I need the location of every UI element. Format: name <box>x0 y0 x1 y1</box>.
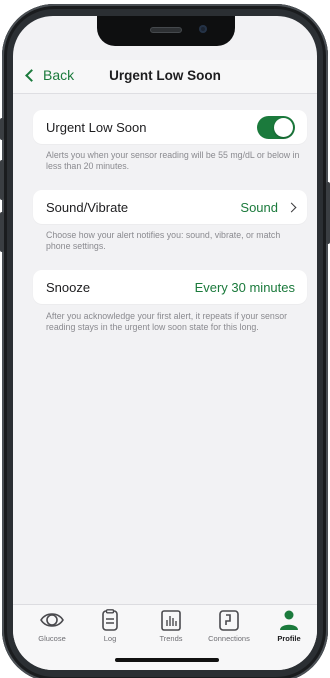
tab-glucose-label: Glucose <box>38 634 66 643</box>
power-button <box>326 182 330 244</box>
snooze-description: After you acknowledge your first alert, … <box>46 311 288 332</box>
navigation-bar: Back Urgent Low Soon <box>13 60 317 94</box>
tab-connections-label: Connections <box>208 634 250 643</box>
front-camera <box>199 25 207 33</box>
sound-vibrate-value: Sound <box>240 199 278 215</box>
snooze-value: Every 30 minutes <box>194 279 295 295</box>
sound-vibrate-label: Sound/Vibrate <box>46 199 129 215</box>
tab-trends[interactable]: Trends <box>141 609 201 643</box>
tab-connections[interactable]: Connections <box>199 609 259 643</box>
toggle-knob <box>274 117 293 137</box>
tab-log[interactable]: Log <box>80 609 140 643</box>
page-title: Urgent Low Soon <box>109 68 221 83</box>
profile-person-icon <box>280 610 298 630</box>
log-clipboard-icon <box>102 609 118 631</box>
home-indicator <box>115 658 219 662</box>
sound-vibrate-row[interactable]: Sound/Vibrate Sound <box>33 190 307 224</box>
urgent-low-soon-label: Urgent Low Soon <box>46 119 147 135</box>
sound-vibrate-description: Choose how your alert notifies you: soun… <box>46 230 281 251</box>
snooze-label: Snooze <box>46 279 91 295</box>
snooze-row[interactable]: Snooze Every 30 minutes <box>33 270 307 304</box>
tab-profile-label: Profile <box>277 634 301 643</box>
tab-trends-label: Trends <box>159 634 183 643</box>
trends-bar-chart-icon <box>161 610 181 631</box>
volume-up-button <box>0 160 4 200</box>
speaker-grille <box>150 27 182 33</box>
urgent-low-soon-toggle[interactable] <box>257 115 295 139</box>
notch <box>97 16 235 46</box>
connections-icon <box>219 610 239 631</box>
urgent-low-soon-description: Alerts you when your sensor reading will… <box>46 150 300 171</box>
tab-glucose[interactable]: Glucose <box>22 609 82 643</box>
silent-switch <box>0 118 4 140</box>
volume-down-button <box>0 212 4 252</box>
tab-log-label: Log <box>103 634 117 643</box>
glucose-eye-icon <box>40 613 64 627</box>
tab-profile[interactable]: Profile <box>259 609 317 643</box>
chevron-right-icon <box>286 202 297 212</box>
urgent-low-soon-toggle-row[interactable]: Urgent Low Soon <box>33 110 307 144</box>
phone-screen: Back Urgent Low Soon Urgent Low Soon Ale… <box>13 16 317 670</box>
